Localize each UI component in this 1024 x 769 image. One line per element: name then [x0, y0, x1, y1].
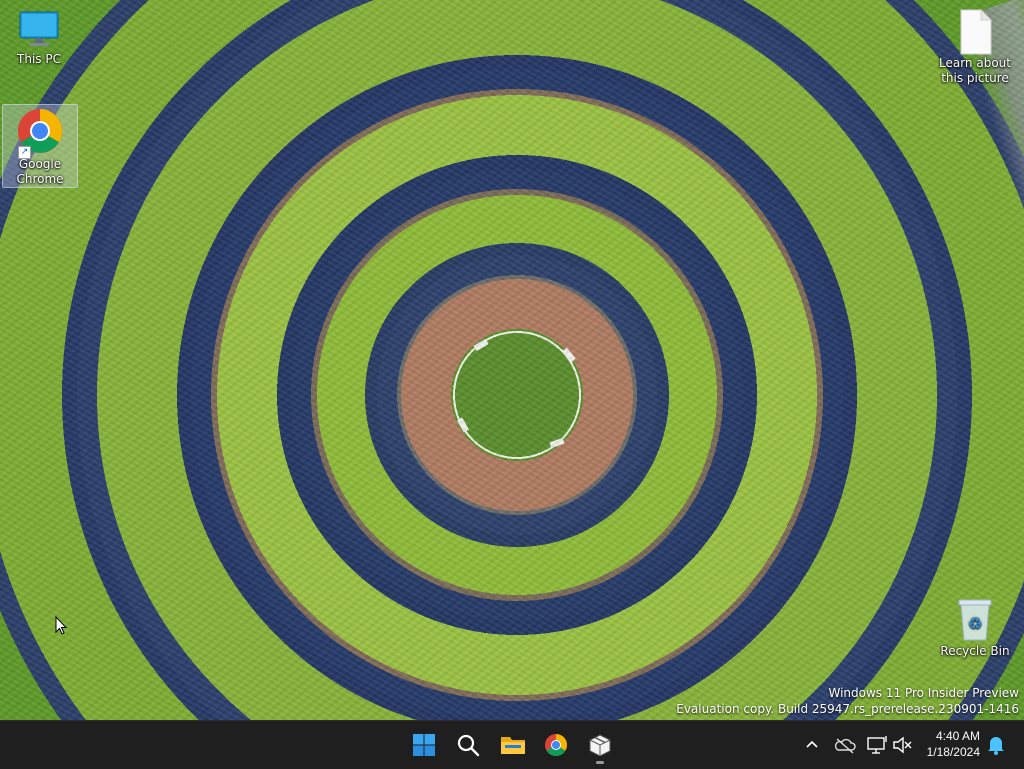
running-indicator: [596, 761, 604, 764]
document-icon: [953, 8, 997, 56]
desktop-icon-label: This PC: [17, 52, 61, 66]
windows-watermark: Windows 11 Pro Insider Preview Evaluatio…: [676, 685, 1019, 717]
start-button[interactable]: [404, 725, 444, 765]
network-button[interactable]: [866, 733, 890, 757]
desktop-icon-label: this picture: [941, 71, 1009, 85]
wallpaper-bench: [473, 338, 489, 352]
taskbar: 4:40 AM 1/18/2024: [0, 720, 1024, 769]
search-button[interactable]: [448, 725, 488, 765]
notification-center-button[interactable]: [986, 733, 1010, 757]
onedrive-off-icon: [834, 733, 858, 757]
package-app-button[interactable]: [580, 725, 620, 765]
network-icon: [866, 733, 890, 757]
desktop-wallpaper: [0, 0, 1024, 720]
clock-date: 1/18/2024: [926, 745, 980, 759]
desktop-icon-learn-about-this-picture[interactable]: Learn about this picture: [938, 8, 1012, 86]
mouse-cursor-icon: [55, 615, 68, 640]
wallpaper-bench: [562, 347, 576, 363]
shortcut-arrow-icon: ↗: [18, 146, 31, 159]
chrome-taskbar-button[interactable]: [536, 725, 576, 765]
watermark-build: Evaluation copy. Build 25947.rs_prerelea…: [676, 702, 1019, 716]
show-hidden-icons-button[interactable]: [802, 733, 826, 757]
recycle-bin-icon: ♻: [953, 596, 997, 644]
desktop-icon-label: Google: [18, 157, 62, 171]
taskbar-clock[interactable]: 4:40 AM 1/18/2024: [927, 728, 980, 760]
notification-bell-icon: [986, 733, 1010, 757]
desktop-icon-label: Chrome: [16, 172, 64, 186]
volume-muted-icon: [892, 733, 916, 757]
file-explorer-button[interactable]: [492, 725, 532, 765]
onedrive-button[interactable]: [834, 733, 858, 757]
desktop-icon-this-pc[interactable]: This PC: [4, 8, 74, 67]
monitor-icon: [17, 8, 61, 52]
volume-button[interactable]: [892, 733, 916, 757]
chrome-icon: ↗: [16, 107, 64, 159]
desktop-icon-label: Learn about: [939, 56, 1011, 70]
clock-time: 4:40 AM: [935, 729, 980, 743]
desktop-icon-recycle-bin[interactable]: ♻ Recycle Bin: [938, 596, 1012, 659]
watermark-edition: Windows 11 Pro Insider Preview: [828, 686, 1019, 700]
desktop-icon-label: Recycle Bin: [940, 644, 1010, 658]
chevron-up-icon: [802, 733, 826, 757]
wallpaper-bench: [549, 437, 565, 449]
desktop-icon-google-chrome[interactable]: ↗ Google Chrome: [2, 104, 78, 188]
wallpaper-bench: [456, 417, 470, 433]
svg-text:♻: ♻: [968, 614, 982, 633]
